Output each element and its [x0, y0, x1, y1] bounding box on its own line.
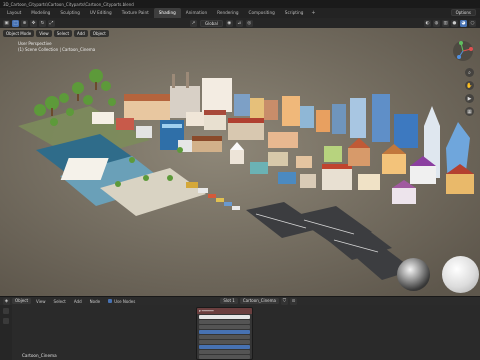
- navigation-gizmo[interactable]: [452, 40, 474, 62]
- camera-icon[interactable]: ▶: [465, 94, 474, 103]
- viewport-menu-view[interactable]: View: [36, 29, 52, 37]
- proportional-icon[interactable]: ◎: [245, 19, 253, 27]
- viewport-toolbar: ▣ ⬚ ⊕ ✥ ↻ ⤢ ↗ Global ◉ ⊿ ◎ ◐ ◍ ▥ ● ◕ ○: [0, 18, 480, 28]
- node-input-field[interactable]: [199, 354, 250, 359]
- principled-bsdf-node[interactable]: ▾ ━━━━━━: [196, 307, 253, 360]
- node-input-field[interactable]: [199, 314, 250, 319]
- node-input-field[interactable]: [199, 339, 250, 344]
- options-dropdown[interactable]: Options: [450, 9, 476, 16]
- node-menu-view[interactable]: View: [33, 299, 49, 304]
- material-slot-dropdown[interactable]: Slot 1: [220, 298, 238, 304]
- view-navigation-buttons: ⌕ ✋ ▶ ▦: [465, 68, 474, 116]
- workspace-tab-shading[interactable]: Shading: [153, 8, 181, 18]
- workspace-tab-layout[interactable]: Layout: [2, 8, 26, 18]
- workspace-tab-sculpting[interactable]: Sculpting: [55, 8, 85, 18]
- checkbox-checked-icon: [108, 299, 113, 303]
- xray-icon[interactable]: ▥: [442, 19, 449, 27]
- shading-material-icon[interactable]: ◕: [460, 19, 467, 27]
- viewport-mode-dropdown[interactable]: Object Mode: [3, 29, 35, 37]
- material-name-field[interactable]: Cartoon_Cinema: [239, 298, 279, 304]
- editor-type-icon-bottom[interactable]: ◈: [3, 297, 10, 305]
- node-header[interactable]: ▾ ━━━━━━: [197, 308, 252, 314]
- shader-node-editor[interactable]: ▾ ━━━━━━ Cartoon_Cinema: [0, 305, 480, 360]
- shading-solid-icon[interactable]: ●: [451, 19, 458, 27]
- snap-icon[interactable]: ⊿: [235, 19, 243, 27]
- workspace-tab-modeling[interactable]: Modeling: [26, 8, 55, 18]
- visibility-icon[interactable]: ◐: [424, 19, 431, 27]
- active-object-label: (1) Scene Collection | Cartoon_Cinema: [18, 46, 96, 52]
- node-editor-type-dropdown[interactable]: Object: [12, 298, 32, 304]
- node-input-field[interactable]: [199, 349, 250, 354]
- node-input-field[interactable]: [199, 334, 250, 339]
- pin-icon[interactable]: ⊙: [289, 297, 297, 305]
- viewport-menu-object[interactable]: Object: [89, 29, 109, 37]
- node-menu-add[interactable]: Add: [71, 299, 85, 304]
- workspace-tab-texture-paint[interactable]: Texture Paint: [117, 8, 154, 18]
- node-editor-header: ◈ Object View Select Add Node Use Nodes …: [0, 296, 480, 305]
- workspace-tab-scripting[interactable]: Scripting: [280, 8, 309, 18]
- fake-user-icon[interactable]: ⛉: [280, 297, 288, 305]
- viewport-menu-select[interactable]: Select: [53, 29, 73, 37]
- viewport-menu-add[interactable]: Add: [74, 29, 88, 37]
- 3d-viewport[interactable]: Object Mode View Select Add Object User …: [0, 28, 480, 296]
- node-input-field[interactable]: [199, 324, 250, 329]
- node-menu-node[interactable]: Node: [87, 299, 103, 304]
- workspace-tab-compositing[interactable]: Compositing: [244, 8, 280, 18]
- use-nodes-checkbox[interactable]: Use Nodes: [105, 299, 138, 304]
- cursor-icon[interactable]: ⊕: [21, 19, 28, 27]
- node-tool-annotate-icon[interactable]: [3, 318, 9, 324]
- node-menu-select[interactable]: Select: [51, 299, 69, 304]
- editor-type-icon[interactable]: ▣: [3, 19, 10, 27]
- diffuse-preview-ball: [442, 256, 479, 293]
- pan-hand-icon[interactable]: ✋: [465, 81, 474, 90]
- move-icon[interactable]: ✥: [30, 19, 37, 27]
- active-object-name: Cartoon_Cinema: [22, 353, 57, 358]
- viewport-header: Object Mode View Select Add Object: [0, 28, 480, 38]
- workspace-menubar: Layout Modeling Sculpting UV Editing Texture…: [0, 8, 480, 18]
- select-box-icon[interactable]: ⬚: [12, 19, 19, 27]
- viewport-overlay-text: User Perspective (1) Scene Collection | …: [18, 41, 95, 52]
- transform-orientation-dropdown[interactable]: Global: [200, 19, 223, 27]
- node-editor-toolbar: [0, 305, 12, 360]
- window-title: 3D_Cartoon_Cityparts\Cartoon_Cityparts\C…: [3, 1, 134, 7]
- rotate-icon[interactable]: ↻: [39, 19, 46, 27]
- pivot-icon[interactable]: ◉: [225, 19, 233, 27]
- hdri-preview-ball: [397, 258, 430, 291]
- scale-icon[interactable]: ⤢: [48, 19, 55, 27]
- orientation-icon[interactable]: ↗: [190, 19, 197, 27]
- add-workspace-button[interactable]: +: [308, 10, 318, 16]
- zoom-icon[interactable]: ⌕: [465, 68, 474, 77]
- workspace-tab-animation[interactable]: Animation: [181, 8, 212, 18]
- node-tool-select-icon[interactable]: [3, 308, 9, 314]
- node-input-field[interactable]: [199, 329, 250, 334]
- overlays-icon[interactable]: ◍: [433, 19, 440, 27]
- workspace-tab-rendering[interactable]: Rendering: [212, 8, 243, 18]
- shading-rendered-icon[interactable]: ○: [469, 19, 476, 27]
- node-input-field[interactable]: [199, 319, 250, 324]
- use-nodes-label: Use Nodes: [114, 298, 136, 304]
- perspective-grid-icon[interactable]: ▦: [465, 107, 474, 116]
- city-scene: [0, 28, 480, 296]
- node-input-field[interactable]: [199, 344, 250, 349]
- workspace-tab-uv-editing[interactable]: UV Editing: [85, 8, 117, 18]
- title-bar: 3D_Cartoon_Cityparts\Cartoon_Cityparts\C…: [0, 0, 480, 8]
